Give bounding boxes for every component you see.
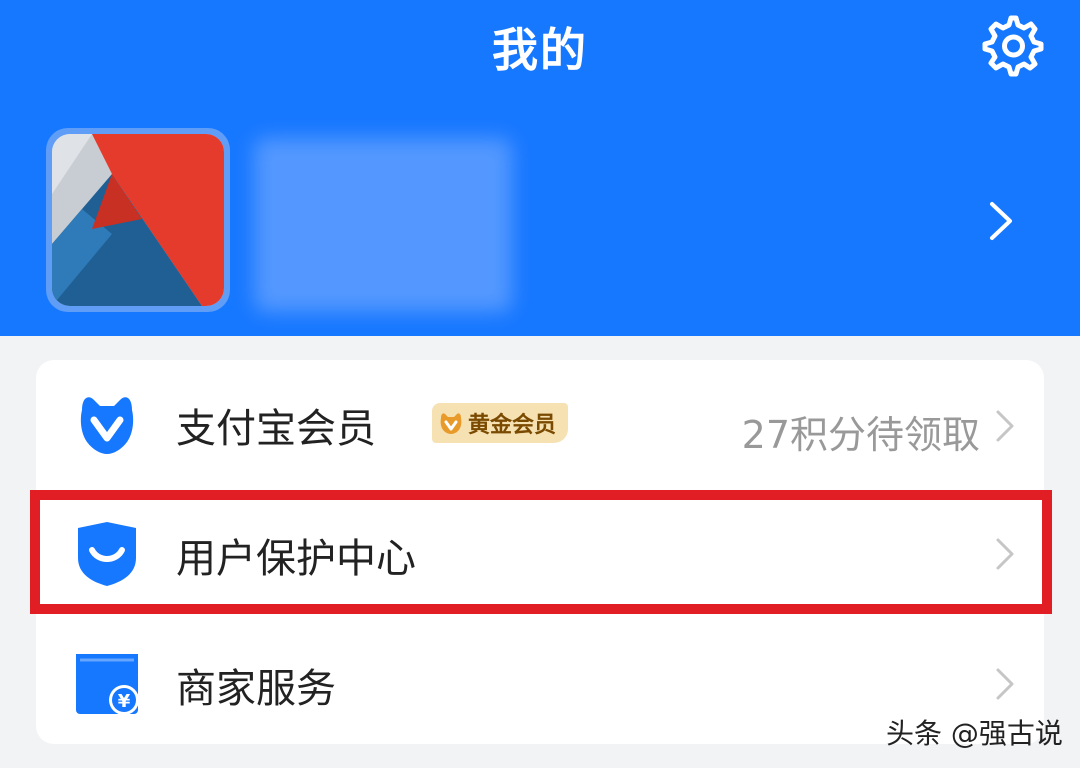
points-pending-text: 27积分待领取 bbox=[741, 413, 980, 457]
chevron-right-icon[interactable] bbox=[982, 196, 1022, 246]
avatar-image bbox=[52, 134, 224, 306]
badge-text: 黄金会员 bbox=[468, 413, 557, 438]
avatar[interactable] bbox=[46, 128, 230, 312]
chevron-right-icon bbox=[992, 664, 1018, 704]
alipay-member-icon bbox=[72, 388, 142, 458]
shop-yuan-icon: ¥ bbox=[72, 648, 142, 718]
page-title: 我的 bbox=[492, 23, 588, 77]
profile-header: 我的 bbox=[0, 0, 1080, 336]
chevron-right-icon bbox=[992, 406, 1018, 446]
gold-member-badge[interactable]: 黄金会员 bbox=[432, 403, 569, 443]
gold-member-icon bbox=[440, 413, 462, 434]
highlight-box bbox=[30, 490, 1052, 614]
watermark: 头条 @强古说 bbox=[886, 717, 1063, 750]
svg-text:¥: ¥ bbox=[118, 691, 131, 712]
merchant-label: 商家服务 bbox=[176, 666, 336, 712]
blurred-username bbox=[254, 138, 512, 312]
gear-icon[interactable] bbox=[978, 15, 1048, 77]
member-label: 支付宝会员 bbox=[176, 406, 376, 452]
list-item-member[interactable]: 支付宝会员 黄金会员 27积分待领取 bbox=[36, 360, 1044, 488]
